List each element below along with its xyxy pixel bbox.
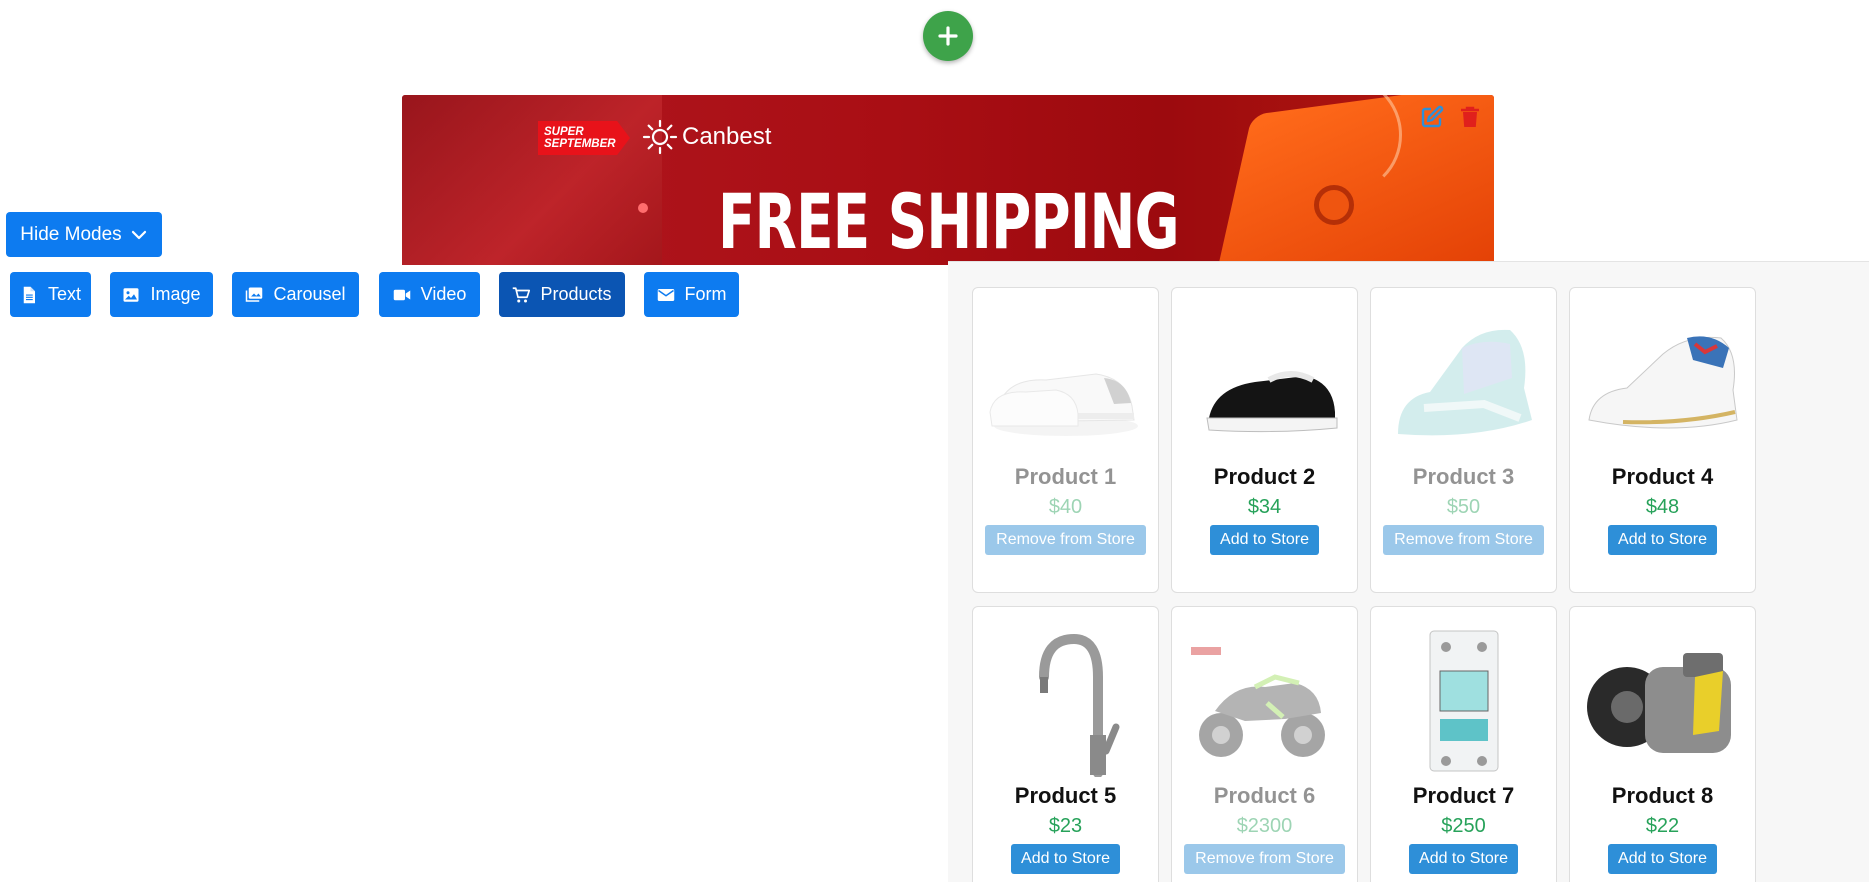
product-card: Product 2 $34 Add to Store: [1171, 287, 1358, 593]
product-image: [1172, 607, 1357, 777]
products-panel: Product 1 $40 Remove from Store Product …: [948, 261, 1869, 882]
mode-text-button[interactable]: Text: [10, 272, 91, 317]
hide-modes-button[interactable]: Hide Modes: [6, 212, 162, 257]
envelope-icon: [657, 288, 674, 301]
add-section-button[interactable]: [923, 11, 973, 61]
plus-icon: [938, 26, 958, 46]
product-image: [1371, 288, 1556, 458]
product-card: Product 8 $22 Add to Store: [1569, 606, 1756, 882]
add-to-store-button[interactable]: Add to Store: [1608, 844, 1717, 874]
product-card: Product 4 $48 Add to Store: [1569, 287, 1756, 593]
mode-products-button[interactable]: Products: [499, 272, 625, 317]
product-name: Product 1: [1014, 464, 1117, 489]
product-price: $50: [1446, 496, 1481, 518]
remove-from-store-button[interactable]: Remove from Store: [1383, 525, 1544, 555]
chevron-down-icon: [131, 230, 146, 239]
edit-icon[interactable]: [1420, 105, 1444, 129]
product-card: Product 6 $2300 Remove from Store: [1171, 606, 1358, 882]
product-name: Product 3: [1412, 464, 1515, 489]
sun-logo-icon: [642, 119, 678, 155]
add-to-store-button[interactable]: Add to Store: [1409, 844, 1518, 874]
product-price: $40: [1048, 496, 1083, 518]
banner-tools: [1420, 105, 1482, 129]
product-name: Product 4: [1611, 464, 1714, 489]
sneaker-image: [1205, 371, 1337, 433]
banner-image: SUPER SEPTEMBER Canbest FREE SHIPPING: [402, 95, 1494, 265]
atv-image: [1190, 647, 1325, 757]
energy-meter-image: [1429, 630, 1498, 772]
mode-carousel-button[interactable]: Carousel: [232, 272, 359, 317]
product-price: $48: [1645, 496, 1680, 518]
product-price: $22: [1645, 815, 1680, 837]
mode-form-button[interactable]: Form: [644, 272, 739, 317]
product-price: $23: [1048, 815, 1083, 837]
compressor-image: [1586, 653, 1731, 753]
cart-icon: [513, 286, 531, 302]
product-price: $2300: [1236, 815, 1293, 837]
video-icon: [393, 289, 410, 300]
remove-from-store-button[interactable]: Remove from Store: [1184, 844, 1345, 874]
product-card: Product 1 $40 Remove from Store: [972, 287, 1159, 593]
faucet-image: [1038, 633, 1119, 777]
super-september-badge: SUPER SEPTEMBER: [538, 121, 630, 155]
trash-icon[interactable]: [1458, 105, 1482, 129]
image-icon: [123, 287, 139, 302]
product-card: Product 3 $50 Remove from Store: [1370, 287, 1557, 593]
mode-video-button[interactable]: Video: [379, 272, 480, 317]
product-name: Product 7: [1412, 783, 1515, 808]
product-image: [1371, 607, 1556, 777]
product-name: Product 2: [1213, 464, 1316, 489]
product-image: [973, 607, 1158, 777]
images-icon: [246, 287, 263, 302]
sneaker-image: [1397, 329, 1532, 436]
add-to-store-button[interactable]: Add to Store: [1608, 525, 1717, 555]
sneaker-image: [1587, 336, 1738, 429]
banner-headline: FREE SHIPPING: [718, 177, 1180, 265]
remove-from-store-button[interactable]: Remove from Store: [985, 525, 1146, 555]
product-price: $34: [1247, 496, 1282, 518]
product-image: [1570, 607, 1755, 777]
brand-name: Canbest: [682, 123, 772, 150]
product-card: Product 5 $23 Add to Store: [972, 606, 1159, 882]
product-name: Product 8: [1611, 783, 1714, 808]
sneaker-image: [988, 373, 1138, 436]
product-image: [1172, 288, 1357, 458]
product-card: Product 7 $250 Add to Store: [1370, 606, 1557, 882]
product-image: [1570, 288, 1755, 458]
file-icon: [23, 286, 35, 303]
product-name: Product 6: [1213, 783, 1316, 808]
product-price: $250: [1441, 815, 1486, 837]
page-editor: SUPER SEPTEMBER Canbest FREE SHIPPING Hi…: [0, 0, 1869, 882]
add-to-store-button[interactable]: Add to Store: [1210, 525, 1319, 555]
mode-image-button[interactable]: Image: [110, 272, 213, 317]
add-to-store-button[interactable]: Add to Store: [1011, 844, 1120, 874]
brand-logo: Canbest: [642, 119, 771, 155]
product-image: [973, 288, 1158, 458]
product-name: Product 5: [1014, 783, 1117, 808]
